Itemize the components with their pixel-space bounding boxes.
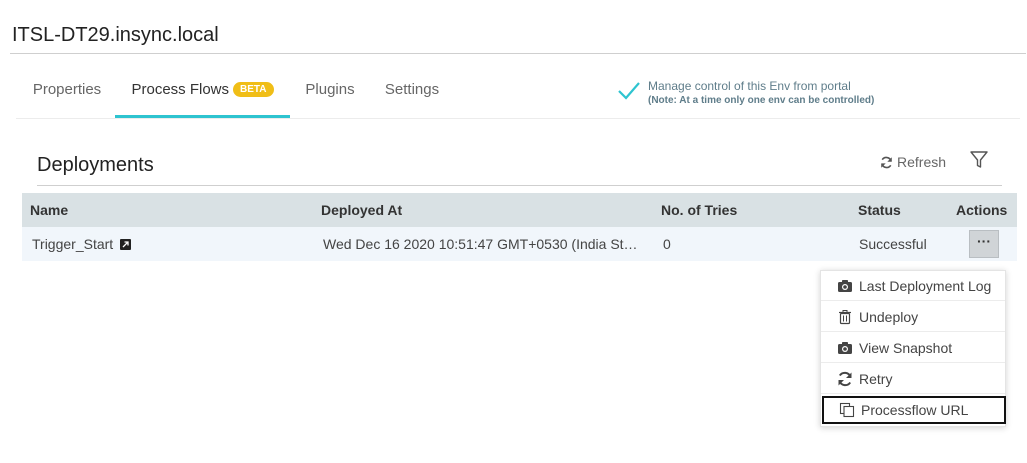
menu-item-label: Retry [859,370,893,387]
tab-settings[interactable]: Settings [384,70,440,115]
table-row: Trigger_Start Wed Dec 16 2020 10:51:47 G… [22,227,1017,261]
menu-item-processflow-url[interactable]: Processflow URL [822,396,1006,424]
tab-plugins[interactable]: Plugins [305,70,355,115]
column-header-deployed-at[interactable]: Deployed At [321,193,402,227]
page-title: ITSL-DT29.insync.local [12,24,219,46]
deployment-name[interactable]: Trigger_Start [32,227,132,261]
refresh-icon [838,371,852,386]
menu-item-label: View Snapshot [859,339,953,356]
manage-control-label: Manage control of this Env from portal [648,79,851,93]
tab-label: Properties [32,81,102,98]
beta-badge: BETA [233,82,274,97]
refresh-button[interactable]: Refresh [880,152,946,172]
menu-item-last-deployment-log[interactable]: Last Deployment Log [821,271,1005,301]
menu-item-label: Undeploy [859,308,919,325]
trash-icon [839,309,851,324]
camera-icon [838,341,852,354]
table-header: Name Deployed At No. of Tries Status Act… [22,193,1017,227]
row-actions-button[interactable]: ··· [969,230,999,258]
menu-item-retry[interactable]: Retry [821,364,1005,394]
actions-menu: Last Deployment Log Undeploy View Snapsh… [820,270,1006,427]
manage-control[interactable]: Manage control of this Env from portal (… [617,78,1017,112]
column-header-tries[interactable]: No. of Tries [661,193,737,227]
camera-icon [838,279,852,292]
column-header-status[interactable]: Status [858,193,901,227]
tab-label: Process Flows [131,81,230,98]
tab-label: Settings [384,81,440,98]
section-title: Deployments [37,154,154,176]
deployed-at-cell: Wed Dec 16 2020 10:51:47 GMT+0530 (India… [323,236,643,252]
section-divider [37,185,1002,186]
menu-item-view-snapshot[interactable]: View Snapshot [821,333,1005,363]
column-header-actions: Actions [956,202,1008,218]
manage-control-note: (Note: At a time only one env can be con… [648,95,875,106]
refresh-label: Refresh [897,154,947,170]
refresh-icon [881,156,892,168]
external-link-icon[interactable] [120,239,132,250]
menu-item-undeploy[interactable]: Undeploy [821,302,1005,332]
column-header-name[interactable]: Name [30,193,68,227]
copy-icon [839,402,855,418]
filter-icon[interactable] [969,150,989,170]
menu-item-label: Last Deployment Log [859,277,992,294]
tab-label: Plugins [305,81,355,98]
tries-cell: 0 [663,236,671,252]
title-divider [10,53,1026,54]
checkmark-icon[interactable] [617,80,641,102]
environment-page: ITSL-DT29.insync.local Properties Proces… [0,0,1027,463]
tab-process-flows[interactable]: Process Flows BETA [115,70,290,118]
tab-properties[interactable]: Properties [32,70,102,115]
status-cell: Successful [859,236,927,252]
deployment-name-label: Trigger_Start [32,236,114,252]
menu-item-label: Processflow URL [861,402,969,418]
